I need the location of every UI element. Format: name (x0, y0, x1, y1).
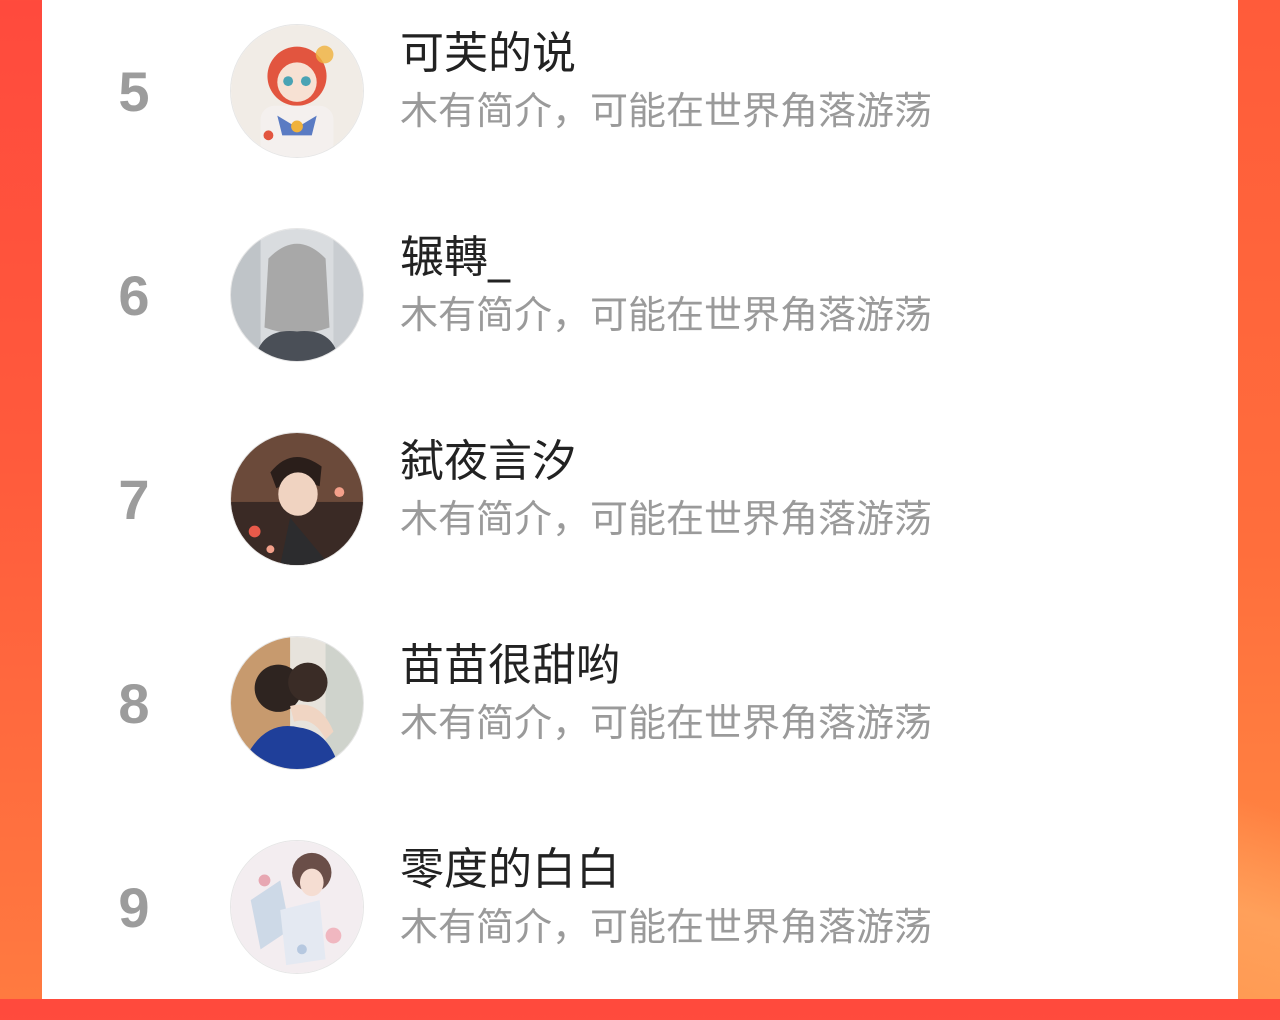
right-background-glow (1238, 789, 1280, 999)
ranking-row[interactable]: 5 可芙的说 木有简介，可能在世界角落游荡 (42, 0, 1238, 204)
user-bio: 木有简介，可能在世界角落游荡 (400, 701, 933, 745)
user-name[interactable]: 辗轉_ (400, 232, 510, 284)
user-bio: 木有简介，可能在世界角落游荡 (400, 905, 933, 949)
rank-number: 7 (118, 468, 150, 531)
rank-number: 9 (118, 876, 150, 939)
ranking-row[interactable]: 8 苗苗很甜哟 木有简介，可能在世界角落游荡 (42, 612, 1238, 816)
user-bio: 木有简介，可能在世界角落游荡 (400, 497, 933, 541)
pastel-art-avatar (231, 841, 363, 973)
user-name[interactable]: 苗苗很甜哟 (400, 640, 620, 692)
user-avatar[interactable] (230, 228, 364, 362)
user-bio: 木有简介，可能在世界角落游荡 (400, 89, 933, 133)
user-avatar[interactable] (230, 840, 364, 974)
grey-hair-back-avatar (231, 229, 363, 361)
user-name[interactable]: 弑夜言汐 (400, 436, 576, 488)
user-name[interactable]: 零度的白白 (400, 844, 620, 896)
rank-number: 5 (118, 60, 150, 123)
user-avatar[interactable] (230, 636, 364, 770)
ranking-row[interactable]: 9 零度的白白 木有简介，可能在世界角落游荡 (42, 816, 1238, 1020)
user-name[interactable]: 可芙的说 (400, 28, 576, 80)
user-avatar[interactable] (230, 432, 364, 566)
ranking-row[interactable]: 6 辗轉_ 木有简介，可能在世界角落游荡 (42, 204, 1238, 408)
anime-girl-avatar (231, 25, 363, 157)
user-avatar[interactable] (230, 24, 364, 158)
man-portrait-avatar (231, 433, 363, 565)
rank-number: 6 (118, 264, 150, 327)
rank-number: 8 (118, 672, 150, 735)
user-bio: 木有简介，可能在世界角落游荡 (400, 293, 933, 337)
ranking-list-panel[interactable]: 5 可芙的说 木有简介，可能在世界角落游荡 6 辗轉_ 木有简介，可能在世界角落… (42, 0, 1238, 999)
couple-hug-avatar (231, 637, 363, 769)
ranking-row[interactable]: 7 弑夜言汐 木有简介，可能在世界角落游荡 (42, 408, 1238, 612)
